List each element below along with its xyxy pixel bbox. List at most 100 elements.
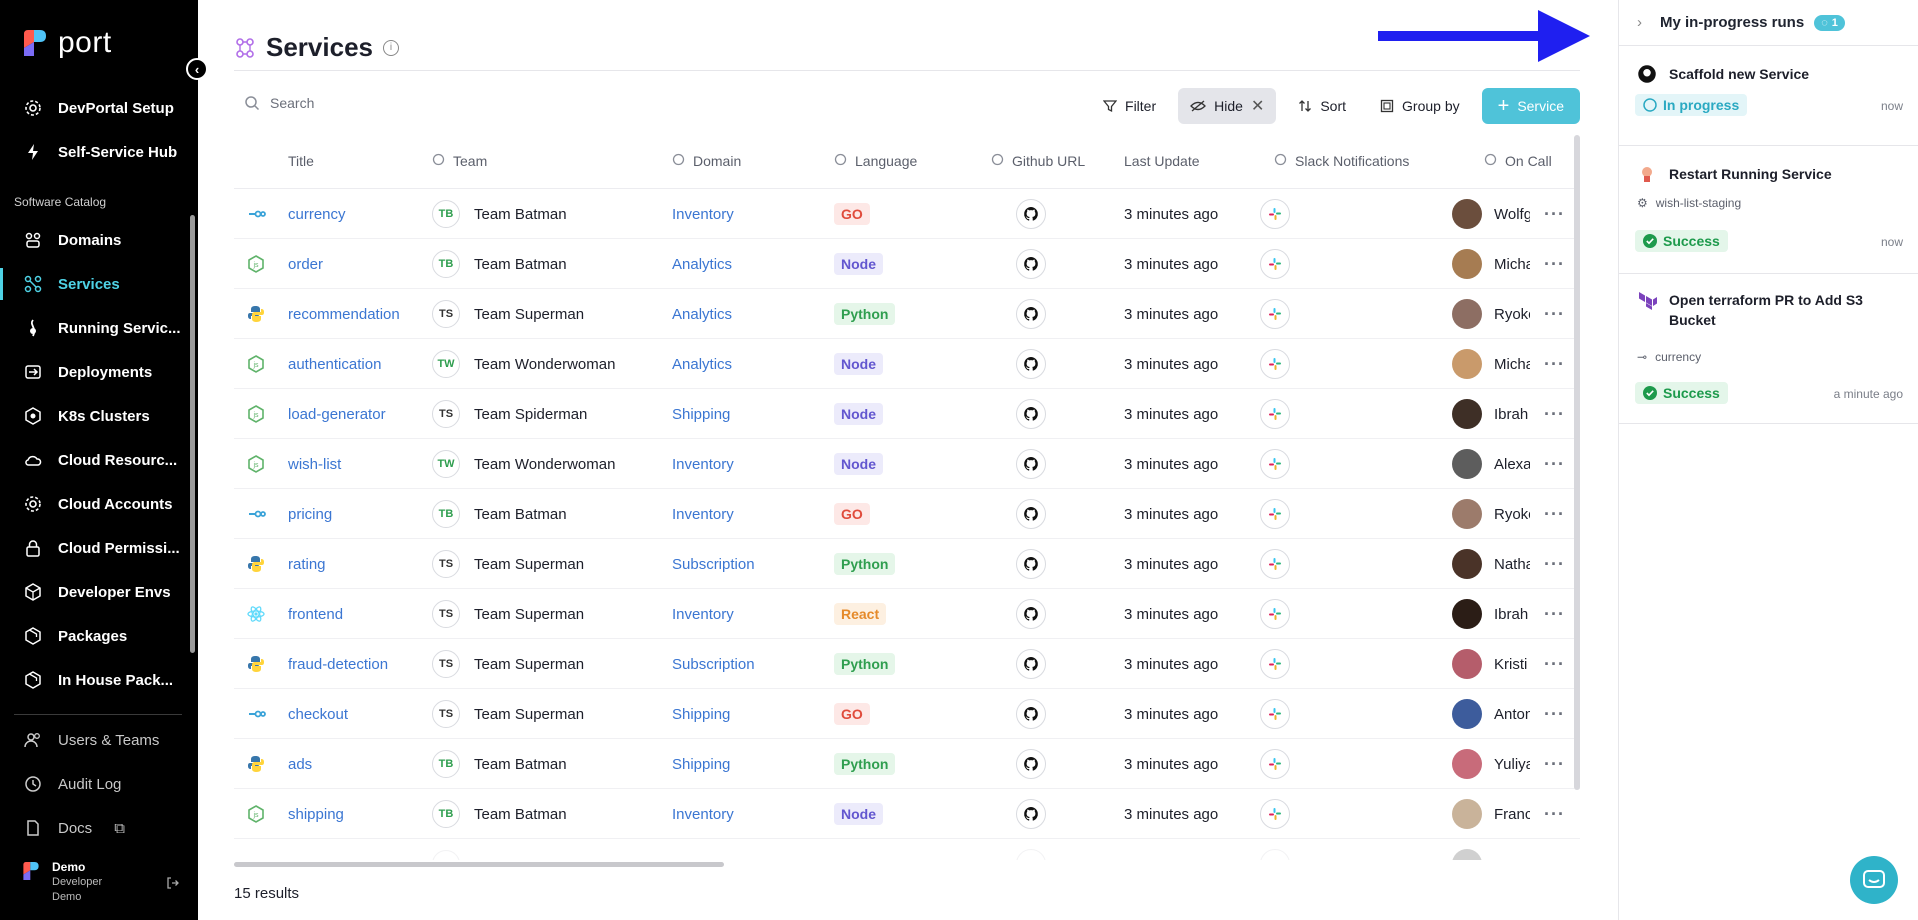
user-profile[interactable]: Demo Developer Demo — [22, 860, 102, 905]
run-card[interactable]: Restart Running Service ⚙ wish-list-stagin… — [1619, 146, 1918, 274]
team-name[interactable]: Team Spiderman — [474, 406, 587, 423]
sidebar-item-docs[interactable]: Docs ⧉ — [0, 808, 198, 848]
sidebar-item-in-house-pack[interactable]: In House Pack... — [0, 660, 198, 700]
github-link-button[interactable] — [1016, 649, 1046, 679]
team-name[interactable]: Team Batman — [474, 506, 567, 523]
column-header-github-url[interactable]: Github URL — [991, 153, 1085, 169]
logout-icon[interactable] — [166, 876, 180, 890]
team-name[interactable]: Team Wonderwoman — [474, 356, 615, 373]
team-name[interactable]: Team Superman — [474, 606, 584, 623]
domain-link[interactable]: Analytics — [672, 356, 732, 373]
row-more-menu-icon[interactable]: ··· — [1544, 354, 1565, 375]
service-title-link[interactable]: load-generator — [288, 406, 386, 423]
github-link-button[interactable] — [1016, 699, 1046, 729]
hide-button[interactable]: Hide ✕ — [1178, 88, 1277, 124]
slack-link-button[interactable] — [1260, 499, 1290, 529]
service-title-link[interactable]: currency — [288, 206, 346, 223]
sidebar-item-cloud-permissi[interactable]: Cloud Permissi... — [0, 528, 198, 568]
domain-link[interactable]: Analytics — [672, 306, 732, 323]
info-icon[interactable]: i — [382, 39, 399, 56]
domain-link[interactable]: Subscription — [672, 656, 755, 673]
domain-link[interactable]: Shipping — [672, 756, 730, 773]
service-title-link[interactable]: order — [288, 256, 323, 273]
github-link-button[interactable] — [1016, 249, 1046, 279]
table-row[interactable]: js order TB Team Batman Analytics Node 3… — [234, 239, 1580, 289]
github-link-button[interactable] — [1016, 599, 1046, 629]
table-row[interactable]: js shipping TB Team Batman Inventory Nod… — [234, 789, 1580, 839]
service-title-link[interactable]: wish-list — [288, 456, 341, 473]
run-title[interactable]: Open terraform PR to Add S3 Bucket — [1669, 290, 1899, 330]
service-title-link[interactable]: fraud-detection — [288, 656, 388, 673]
row-more-menu-icon[interactable]: ··· — [1544, 304, 1565, 325]
domain-link[interactable]: Inventory — [672, 206, 734, 223]
sidebar-item-services[interactable]: Services — [0, 264, 198, 304]
column-header-title[interactable]: Title — [288, 153, 314, 169]
sidebar-item-self-service-hub[interactable]: Self-Service Hub — [0, 132, 198, 172]
run-card[interactable]: Open terraform PR to Add S3 Bucket ⊸ curre… — [1619, 274, 1918, 424]
column-header-last-update[interactable]: Last Update — [1124, 153, 1200, 169]
sidebar-item-packages[interactable]: Packages — [0, 616, 198, 656]
column-header-team[interactable]: Team — [432, 153, 487, 169]
team-name[interactable]: Team Batman — [474, 806, 567, 823]
row-more-menu-icon[interactable]: ··· — [1544, 254, 1565, 275]
sidebar-item-developer-envs[interactable]: Developer Envs — [0, 572, 198, 612]
run-title[interactable]: Restart Running Service — [1669, 164, 1899, 184]
search-input[interactable]: Search — [270, 95, 314, 111]
domain-link[interactable]: Inventory — [672, 506, 734, 523]
slack-link-button[interactable] — [1260, 749, 1290, 779]
row-more-menu-icon[interactable]: ··· — [1544, 754, 1565, 775]
sidebar-item-users-teams[interactable]: Users & Teams — [0, 720, 198, 760]
sidebar-item-cloud-accounts[interactable]: Cloud Accounts — [0, 484, 198, 524]
sidebar-item-audit-log[interactable]: Audit Log — [0, 764, 198, 804]
team-name[interactable]: Team Superman — [474, 306, 584, 323]
port-logo[interactable]: port — [22, 26, 112, 60]
table-row[interactable]: ads TB Team Batman Shipping Python 3 min… — [234, 739, 1580, 789]
runs-panel-header[interactable]: › My in-progress runs ◌ 1 — [1619, 0, 1918, 46]
table-row[interactable]: pricing TB Team Batman Inventory GO 3 mi… — [234, 489, 1580, 539]
domain-link[interactable]: Inventory — [672, 806, 734, 823]
slack-link-button[interactable] — [1260, 799, 1290, 829]
team-name[interactable]: Team Wonderwoman — [474, 456, 615, 473]
team-name[interactable]: Team Batman — [474, 206, 567, 223]
slack-link-button[interactable] — [1260, 399, 1290, 429]
column-header-domain[interactable]: Domain — [672, 153, 741, 169]
slack-link-button[interactable] — [1260, 449, 1290, 479]
column-header-on-call[interactable]: On Call — [1484, 153, 1552, 169]
sidebar-item-deployments[interactable]: Deployments — [0, 352, 198, 392]
collapse-sidebar-button[interactable]: ‹ — [186, 58, 208, 80]
sidebar-item-running-servic[interactable]: Running Servic... — [0, 308, 198, 348]
run-card[interactable]: Scaffold new Service In progress now — [1619, 46, 1918, 146]
close-icon[interactable]: ✕ — [1251, 96, 1264, 116]
service-title-link[interactable]: rating — [288, 556, 326, 573]
row-more-menu-icon[interactable]: ··· — [1544, 404, 1565, 425]
github-link-button[interactable] — [1016, 499, 1046, 529]
table-row[interactable]: fraud-detection TS Team Superman Subscri… — [234, 639, 1580, 689]
slack-link-button[interactable] — [1260, 599, 1290, 629]
team-name[interactable]: Team Superman — [474, 656, 584, 673]
table-vertical-scrollbar[interactable] — [1574, 135, 1580, 790]
row-more-menu-icon[interactable]: ··· — [1544, 204, 1565, 225]
service-title-link[interactable]: ads — [288, 756, 312, 773]
table-row[interactable]: js wish-list TW Team Wonderwoman Invento… — [234, 439, 1580, 489]
table-row[interactable]: checkout TS Team Superman Shipping GO 3 … — [234, 689, 1580, 739]
service-title-link[interactable]: shipping — [288, 806, 344, 823]
domain-link[interactable]: Subscription — [672, 556, 755, 573]
group-by-button[interactable]: Group by — [1368, 88, 1472, 124]
slack-link-button[interactable] — [1260, 349, 1290, 379]
domain-link[interactable]: Shipping — [672, 406, 730, 423]
github-link-button[interactable] — [1016, 749, 1046, 779]
team-name[interactable]: Team Batman — [474, 256, 567, 273]
table-row[interactable]: recommendation TS Team Superman Analytic… — [234, 289, 1580, 339]
domain-link[interactable]: Analytics — [672, 256, 732, 273]
domain-link[interactable]: Inventory — [672, 456, 734, 473]
table-row[interactable]: js load-generator TS Team Spiderman Ship… — [234, 389, 1580, 439]
row-more-menu-icon[interactable]: ··· — [1544, 454, 1565, 475]
row-more-menu-icon[interactable]: ··· — [1544, 604, 1565, 625]
row-more-menu-icon[interactable]: ··· — [1544, 704, 1565, 725]
row-more-menu-icon[interactable]: ··· — [1544, 504, 1565, 525]
search-bar[interactable]: Search — [244, 95, 314, 111]
github-link-button[interactable] — [1016, 349, 1046, 379]
filter-button[interactable]: Filter — [1091, 88, 1168, 124]
run-entity[interactable]: ⊸ currency — [1637, 350, 1701, 364]
service-title-link[interactable]: authentication — [288, 356, 381, 373]
